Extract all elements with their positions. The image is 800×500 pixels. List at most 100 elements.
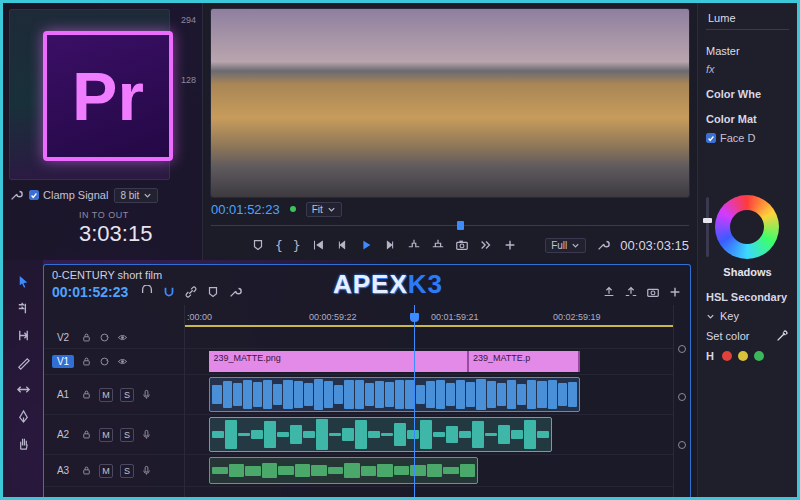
microphone-icon[interactable] xyxy=(141,389,152,400)
bit-depth-dropdown[interactable]: 8 bit xyxy=(114,188,158,203)
track-target-toggle[interactable]: A2 xyxy=(52,428,74,441)
fx-badge[interactable]: fx xyxy=(706,63,789,75)
microphone-icon[interactable] xyxy=(141,465,152,476)
timeline-timecode[interactable]: 00:01:52:23 xyxy=(52,284,128,300)
solo-button[interactable]: S xyxy=(120,428,134,442)
timeline-lanes: :00:0000:00:59:2200:01:59:2100:02:59:19 2… xyxy=(185,305,673,497)
waveform-bar xyxy=(263,380,272,408)
lumetri-section-row[interactable]: Color Mat xyxy=(706,107,789,125)
shadows-slider[interactable] xyxy=(706,197,709,257)
selection-arrow-icon[interactable] xyxy=(16,274,31,289)
timeline-playhead[interactable] xyxy=(414,305,415,497)
insert-icon[interactable] xyxy=(407,238,421,252)
lumetri-section-row[interactable]: Color Whe xyxy=(706,82,789,100)
quality-dropdown[interactable]: Full xyxy=(545,238,586,253)
lock-icon[interactable] xyxy=(81,389,92,400)
solo-button[interactable]: S xyxy=(120,464,134,478)
marker-icon[interactable] xyxy=(251,238,265,252)
waveform-bar xyxy=(420,420,432,450)
timeline-tracks: V2V1A1MSA2MSA3MS:00:0000:00:59:2200:01:5… xyxy=(44,305,690,497)
playhead-handle[interactable] xyxy=(410,313,419,322)
lock-icon[interactable] xyxy=(81,429,92,440)
go-to-in-icon[interactable] xyxy=(311,238,325,252)
clamp-signal-checkbox[interactable]: Clamp Signal xyxy=(29,189,108,201)
sync-lock-icon[interactable] xyxy=(99,332,110,343)
key-section[interactable]: Key xyxy=(706,310,789,322)
mark-out-button[interactable]: } xyxy=(293,238,301,253)
wrench-icon[interactable] xyxy=(596,238,610,252)
export-frame-icon[interactable] xyxy=(646,285,660,299)
waveform-bar xyxy=(558,383,567,406)
button-editor-icon[interactable] xyxy=(668,285,682,299)
mute-button[interactable]: M xyxy=(99,428,113,442)
nest-icon[interactable] xyxy=(140,285,154,299)
step-forward-icon[interactable] xyxy=(383,238,397,252)
audio-clip[interactable] xyxy=(209,417,552,452)
lumetri-tab[interactable]: Lume xyxy=(706,9,789,30)
premiere-screen: 294128Clamp Signal8 bitIN TO OUT3:03:150… xyxy=(0,0,800,500)
lock-icon[interactable] xyxy=(81,465,92,476)
zoom-handle[interactable] xyxy=(678,393,686,401)
color-swatch[interactable] xyxy=(754,351,764,361)
linked-selection-icon[interactable] xyxy=(184,285,198,299)
color-swatch[interactable] xyxy=(738,351,748,361)
ripple-edit-icon[interactable] xyxy=(16,328,31,343)
video-clip[interactable]: 239_MATTE.p xyxy=(469,351,580,372)
track-headers: V2V1A1MSA2MSA3MS xyxy=(44,305,185,497)
video-clip[interactable]: 239_MATTE.png xyxy=(209,351,469,372)
sync-lock-icon[interactable] xyxy=(99,356,110,367)
eye-icon[interactable] xyxy=(117,332,128,343)
audio-clip[interactable] xyxy=(209,377,580,412)
overwrite-icon[interactable] xyxy=(431,238,445,252)
step-back-icon[interactable] xyxy=(335,238,349,252)
face-detection-checkbox[interactable]: Face D xyxy=(706,132,789,144)
eyedropper-icon[interactable] xyxy=(775,329,789,343)
extract-icon[interactable] xyxy=(624,285,638,299)
mute-button[interactable]: M xyxy=(99,388,113,402)
lift-icon[interactable] xyxy=(602,285,616,299)
time-ruler[interactable]: :00:0000:00:59:2200:01:59:2100:02:59:19 xyxy=(185,305,673,327)
pen-icon[interactable] xyxy=(16,409,31,424)
track-target-toggle[interactable]: A3 xyxy=(52,464,74,477)
track-target-toggle[interactable]: A1 xyxy=(52,388,74,401)
zoom-dropdown[interactable]: Fit xyxy=(306,202,342,217)
microphone-icon[interactable] xyxy=(141,429,152,440)
wrench-icon[interactable] xyxy=(9,188,23,202)
eye-icon[interactable] xyxy=(117,356,128,367)
track-target-toggle[interactable]: V1 xyxy=(52,355,74,368)
add-marker-icon[interactable] xyxy=(206,285,220,299)
color-swatch[interactable] xyxy=(722,351,732,361)
solo-button[interactable]: S xyxy=(120,388,134,402)
track-target-toggle[interactable]: V2 xyxy=(52,331,74,344)
zoom-handle[interactable] xyxy=(678,441,686,449)
checkbox-box[interactable] xyxy=(29,190,39,200)
checkbox-box[interactable] xyxy=(706,133,716,143)
add-button-icon[interactable] xyxy=(503,238,517,252)
timeline-settings-wrench-icon[interactable] xyxy=(228,285,242,299)
snap-magnet-icon[interactable] xyxy=(162,285,176,299)
set-color-row: Set color xyxy=(706,329,789,343)
scope-scale: 294128 xyxy=(174,9,196,180)
waveform-bar xyxy=(328,467,344,475)
slider-knob[interactable] xyxy=(703,218,712,223)
mute-button[interactable]: M xyxy=(99,464,113,478)
track-select-icon[interactable] xyxy=(16,301,31,316)
more-icon[interactable] xyxy=(479,238,493,252)
waveform-bar xyxy=(498,425,510,445)
slip-icon[interactable] xyxy=(16,382,31,397)
hand-icon[interactable] xyxy=(16,436,31,451)
program-timecode[interactable]: 00:01:52:23 xyxy=(211,202,280,217)
mark-in-button[interactable]: { xyxy=(275,238,283,253)
play-icon[interactable] xyxy=(359,238,373,252)
camera-icon[interactable] xyxy=(455,238,469,252)
hsl-secondary-header[interactable]: HSL Secondary xyxy=(706,285,789,303)
audio-clip[interactable] xyxy=(209,457,478,484)
program-scrubber[interactable] xyxy=(211,221,689,230)
razor-icon[interactable] xyxy=(16,355,31,370)
zoom-handle[interactable] xyxy=(678,345,686,353)
color-wheel[interactable] xyxy=(715,195,779,259)
scrubber-playhead[interactable] xyxy=(457,221,464,230)
premiere-logo: Pr xyxy=(43,31,173,161)
lock-icon[interactable] xyxy=(81,332,92,343)
lock-icon[interactable] xyxy=(81,356,92,367)
